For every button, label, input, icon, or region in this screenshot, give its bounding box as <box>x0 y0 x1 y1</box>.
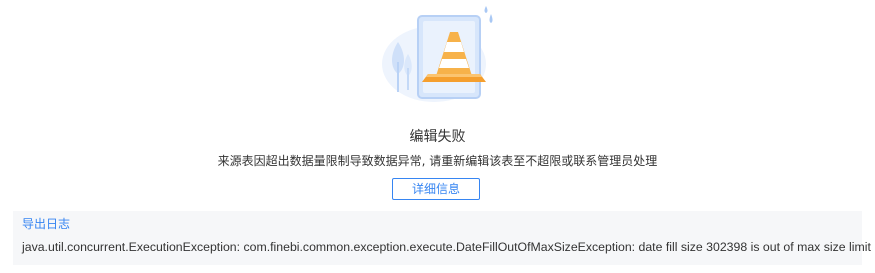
details-button[interactable]: 详细信息 <box>392 178 480 200</box>
log-panel: 导出日志 java.util.concurrent.ExecutionExcep… <box>13 211 871 265</box>
error-message: 来源表因超出数据量限制导致数据异常, 请重新编辑该表至不超限或联系管理员处理 <box>217 154 658 168</box>
log-text: java.util.concurrent.ExecutionException:… <box>22 240 871 254</box>
export-log-link[interactable]: 导出日志 <box>22 216 70 232</box>
edit-failed-page: 编辑失败 来源表因超出数据量限制导致数据异常, 请重新编辑该表至不超限或联系管理… <box>0 0 875 273</box>
traffic-cone-error-icon <box>376 2 500 102</box>
dialog-title: 编辑失败 <box>409 129 466 145</box>
